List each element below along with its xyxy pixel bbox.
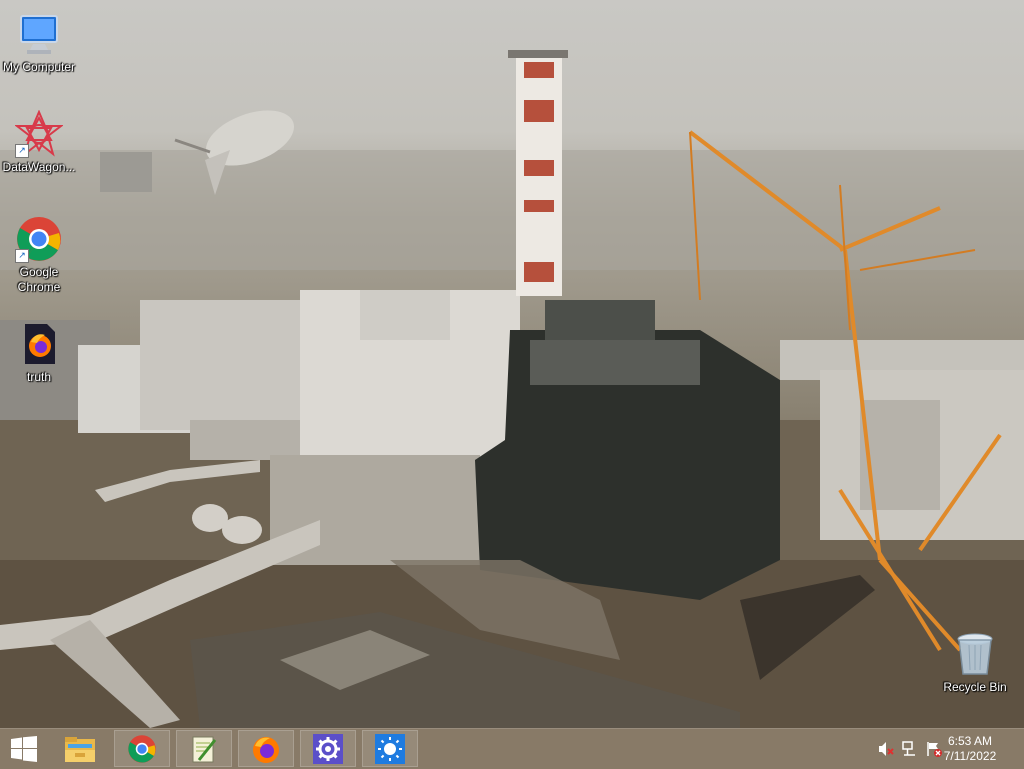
desktop-icon-label: My Computer	[2, 60, 76, 74]
desktop-icon-my-computer[interactable]: My Computer	[0, 10, 78, 75]
taskbar-file-explorer[interactable]	[52, 730, 108, 767]
sun-icon	[375, 733, 405, 764]
desktop-icon-label: Google Chrome	[17, 265, 61, 294]
gear-icon	[313, 733, 343, 764]
chrome-icon	[128, 734, 156, 763]
desktop-icon-label: DataWagon...	[2, 160, 76, 174]
chrome-icon: ↗	[15, 215, 63, 263]
clock-date: 7/11/2022	[943, 749, 997, 763]
desktop-icon-label: truth	[26, 370, 51, 384]
desktop-icon-datawagon[interactable]: ↗ DataWagon...	[0, 109, 78, 175]
desktop-wallpaper	[0, 0, 1024, 728]
datawagon-icon: ↗	[14, 109, 64, 158]
recycle-bin-icon	[951, 630, 999, 678]
taskbar-notepad[interactable]	[176, 730, 232, 767]
system-tray: 6:53 AM 7/11/2022	[864, 729, 1024, 769]
volume-muted-icon[interactable]	[878, 741, 894, 757]
taskbar-firefox[interactable]	[238, 730, 294, 767]
notepad-icon	[192, 736, 217, 762]
desktop-icon-recycle-bin[interactable]: Recycle Bin	[936, 630, 1014, 695]
start-button[interactable]	[0, 729, 48, 769]
taskbar: 6:53 AM 7/11/2022	[0, 728, 1024, 769]
taskbar-clock[interactable]: 6:53 AM 7/11/2022	[938, 734, 1002, 764]
shortcut-arrow-icon: ↗	[15, 144, 29, 158]
desktop-icon-truth[interactable]: truth	[0, 320, 78, 385]
folder-icon	[65, 736, 95, 762]
wallpaper-scene	[0, 50, 1024, 728]
network-icon[interactable]	[902, 741, 918, 757]
firefox-icon	[253, 736, 279, 763]
clock-time: 6:53 AM	[947, 734, 993, 748]
taskbar-settings[interactable]	[300, 730, 356, 767]
computer-icon	[15, 10, 63, 58]
shortcut-arrow-icon: ↗	[15, 249, 29, 263]
desktop-icon-label: Recycle Bin	[943, 680, 1007, 694]
taskbar-weather[interactable]	[362, 730, 418, 767]
desktop-icon-google-chrome[interactable]: ↗ Google Chrome	[0, 215, 78, 295]
taskbar-chrome[interactable]	[114, 730, 170, 767]
windows-logo-icon	[11, 736, 37, 762]
firefox-file-icon	[15, 320, 63, 368]
